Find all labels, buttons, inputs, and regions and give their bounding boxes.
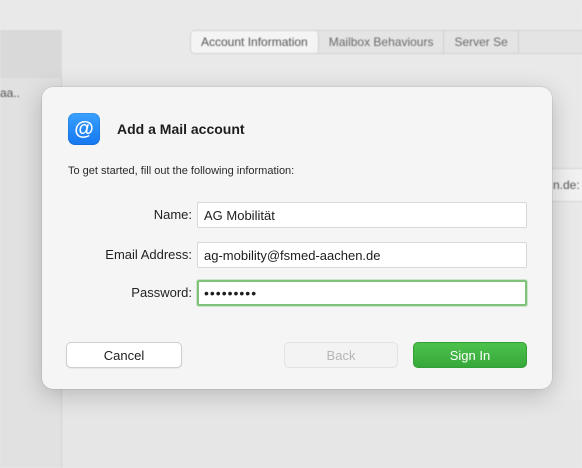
background-content [62, 400, 582, 468]
name-label: Name: [153, 207, 192, 222]
background-sidebar-header [0, 30, 62, 78]
password-label: Password: [131, 285, 192, 300]
background-account-label: aa.. [0, 86, 21, 100]
add-mail-account-dialog: @ Add a Mail account To get started, fil… [42, 87, 552, 389]
tab-account-information[interactable]: Account Information [191, 31, 319, 53]
back-button[interactable]: Back [284, 342, 398, 368]
email-input[interactable] [197, 242, 527, 268]
mail-at-icon: @ [68, 113, 100, 145]
dialog-instructions: To get started, fill out the following i… [68, 165, 295, 177]
password-row: Password: [42, 280, 552, 306]
password-input[interactable] [197, 280, 527, 306]
dialog-title: Add a Mail account [117, 121, 245, 137]
email-label: Email Address: [105, 247, 192, 262]
sign-in-button[interactable]: Sign In [413, 342, 527, 368]
email-row: Email Address: [42, 242, 552, 268]
background-tab-bar: Account Information Mailbox Behaviours S… [190, 30, 582, 54]
mail-at-glyph: @ [74, 118, 94, 140]
name-input[interactable] [197, 202, 527, 228]
cancel-button[interactable]: Cancel [66, 342, 182, 368]
dialog-header: @ Add a Mail account [68, 113, 245, 145]
tab-server-settings[interactable]: Server Se [444, 31, 519, 53]
name-row: Name: [42, 202, 552, 228]
tab-mailbox-behaviours[interactable]: Mailbox Behaviours [319, 31, 445, 53]
